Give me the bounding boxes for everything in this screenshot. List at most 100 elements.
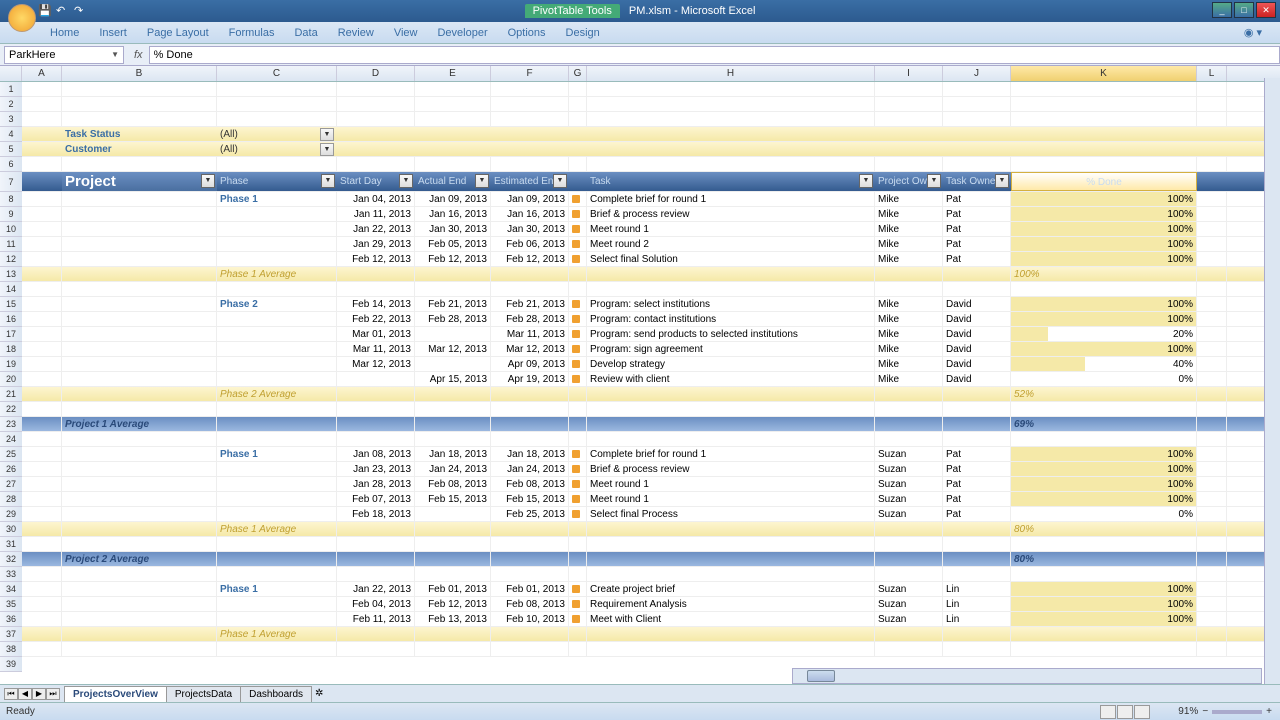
row-header[interactable]: 36 bbox=[0, 612, 22, 627]
cell[interactable] bbox=[943, 127, 1011, 141]
cell[interactable] bbox=[217, 567, 337, 581]
cell[interactable] bbox=[62, 477, 217, 491]
cell[interactable] bbox=[587, 432, 875, 446]
undo-icon[interactable]: ↶ bbox=[56, 4, 70, 18]
redo-icon[interactable]: ↷ bbox=[74, 4, 88, 18]
cell[interactable]: Feb 08, 2013 bbox=[491, 597, 569, 611]
cell[interactable] bbox=[491, 537, 569, 551]
row-header[interactable]: 33 bbox=[0, 567, 22, 582]
sheet-nav-buttons[interactable]: ⏮ ◀ ▶ ⏭ bbox=[4, 688, 60, 700]
filter-dropdown-icon[interactable]: ▼ bbox=[320, 143, 334, 156]
cell[interactable] bbox=[22, 597, 62, 611]
cell[interactable] bbox=[337, 552, 415, 566]
col-header-D[interactable]: D bbox=[337, 66, 415, 81]
filter-value[interactable]: (All)▼ bbox=[217, 127, 337, 141]
cell[interactable] bbox=[1197, 597, 1227, 611]
cell[interactable] bbox=[1011, 642, 1197, 656]
cell[interactable] bbox=[491, 127, 569, 141]
cell[interactable] bbox=[1197, 507, 1227, 521]
cell[interactable] bbox=[569, 507, 587, 521]
dropdown-icon[interactable]: ▼ bbox=[553, 174, 567, 188]
cell[interactable] bbox=[1197, 612, 1227, 626]
percent-cell[interactable]: 100% bbox=[1011, 447, 1197, 461]
cell[interactable]: Pat bbox=[943, 477, 1011, 491]
cell[interactable] bbox=[22, 127, 62, 141]
tab-view[interactable]: View bbox=[384, 24, 428, 42]
cell[interactable] bbox=[569, 267, 587, 281]
cell[interactable] bbox=[337, 522, 415, 536]
cell[interactable]: Lin bbox=[943, 612, 1011, 626]
cell[interactable] bbox=[1197, 552, 1227, 566]
cell[interactable]: Jan 30, 2013 bbox=[415, 222, 491, 236]
cell[interactable] bbox=[587, 282, 875, 296]
cell[interactable]: Feb 01, 2013 bbox=[491, 582, 569, 596]
cell[interactable]: Phase▼ bbox=[217, 172, 337, 191]
sheet-tab-data[interactable]: ProjectsData bbox=[166, 686, 241, 702]
cell[interactable] bbox=[1197, 237, 1227, 251]
zoom-in-icon[interactable]: + bbox=[1266, 706, 1272, 717]
col-header-B[interactable]: B bbox=[62, 66, 217, 81]
percent-cell[interactable]: 100% bbox=[1011, 477, 1197, 491]
cell[interactable] bbox=[62, 282, 217, 296]
cell[interactable]: Feb 01, 2013 bbox=[415, 582, 491, 596]
cell[interactable] bbox=[1197, 282, 1227, 296]
cell[interactable] bbox=[62, 312, 217, 326]
cell[interactable] bbox=[587, 142, 875, 156]
cell[interactable] bbox=[1197, 207, 1227, 221]
cell[interactable]: Mike bbox=[875, 237, 943, 251]
col-header-I[interactable]: I bbox=[875, 66, 943, 81]
cell[interactable] bbox=[943, 112, 1011, 126]
cell[interactable] bbox=[22, 357, 62, 371]
cell[interactable] bbox=[62, 112, 217, 126]
cell[interactable]: Mar 11, 2013 bbox=[337, 342, 415, 356]
cell[interactable]: 80% bbox=[1011, 552, 1197, 566]
cell[interactable] bbox=[491, 157, 569, 171]
cell[interactable] bbox=[569, 642, 587, 656]
scroll-thumb[interactable] bbox=[807, 670, 835, 682]
cell[interactable]: Phase 1 bbox=[217, 192, 337, 206]
cell[interactable] bbox=[415, 357, 491, 371]
cell[interactable] bbox=[22, 567, 62, 581]
cell[interactable] bbox=[415, 627, 491, 641]
cell[interactable] bbox=[943, 522, 1011, 536]
cell[interactable]: Feb 08, 2013 bbox=[415, 477, 491, 491]
cell[interactable] bbox=[415, 267, 491, 281]
cell[interactable] bbox=[491, 97, 569, 111]
cell[interactable] bbox=[943, 387, 1011, 401]
cell[interactable] bbox=[569, 82, 587, 96]
cell[interactable] bbox=[62, 222, 217, 236]
cell[interactable] bbox=[569, 432, 587, 446]
minimize-button[interactable]: _ bbox=[1212, 2, 1232, 18]
tab-formulas[interactable]: Formulas bbox=[219, 24, 285, 42]
cell[interactable] bbox=[22, 172, 62, 191]
row-header[interactable]: 31 bbox=[0, 537, 22, 552]
cell[interactable] bbox=[569, 142, 587, 156]
cell[interactable] bbox=[587, 567, 875, 581]
tab-review[interactable]: Review bbox=[328, 24, 384, 42]
cell[interactable] bbox=[1011, 112, 1197, 126]
cell[interactable] bbox=[415, 432, 491, 446]
row-headers[interactable]: 1234567891011121314151617181920212223242… bbox=[0, 82, 22, 672]
cell[interactable] bbox=[569, 157, 587, 171]
cell[interactable]: Feb 22, 2013 bbox=[337, 312, 415, 326]
cell[interactable] bbox=[62, 492, 217, 506]
prev-sheet-icon[interactable]: ◀ bbox=[18, 688, 32, 700]
cell[interactable]: Program: send products to selected insti… bbox=[587, 327, 875, 341]
row-header[interactable]: 5 bbox=[0, 142, 22, 157]
cell[interactable] bbox=[217, 507, 337, 521]
cell[interactable] bbox=[62, 402, 217, 416]
cell[interactable] bbox=[875, 112, 943, 126]
cell[interactable] bbox=[62, 522, 217, 536]
cell[interactable] bbox=[1011, 627, 1197, 641]
cell[interactable]: Jan 29, 2013 bbox=[337, 237, 415, 251]
cell[interactable] bbox=[491, 522, 569, 536]
cell[interactable]: 52% bbox=[1011, 387, 1197, 401]
cell[interactable] bbox=[22, 492, 62, 506]
cell[interactable] bbox=[569, 97, 587, 111]
cell[interactable] bbox=[1011, 282, 1197, 296]
sheet-tab-overview[interactable]: ProjectsOverView bbox=[64, 686, 167, 702]
cell[interactable] bbox=[415, 507, 491, 521]
cell[interactable] bbox=[875, 432, 943, 446]
cell[interactable] bbox=[587, 402, 875, 416]
cell[interactable] bbox=[217, 112, 337, 126]
